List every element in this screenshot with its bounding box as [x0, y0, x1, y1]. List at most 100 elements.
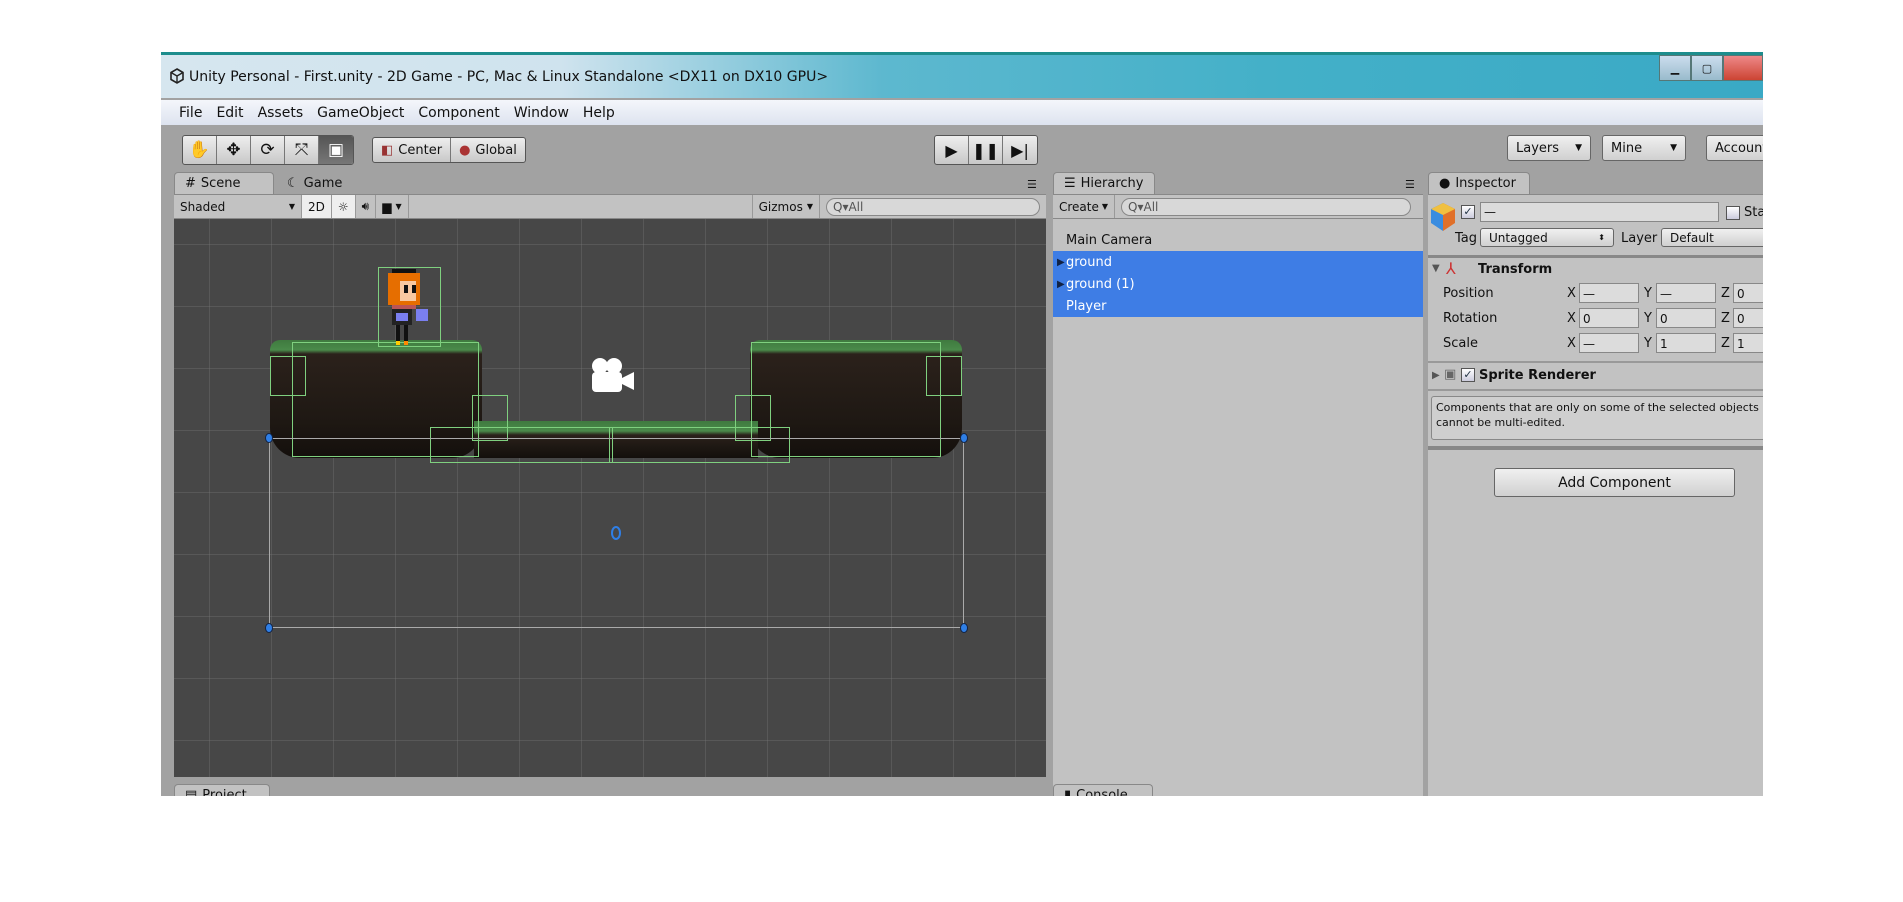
maximize-button[interactable]: ▢ [1691, 55, 1723, 81]
scene-view[interactable] [174, 219, 1046, 777]
resize-handle[interactable] [960, 623, 968, 633]
account-dropdown[interactable]: Account [1706, 135, 1763, 161]
static-label: Static [1744, 205, 1763, 220]
pivot-global-button[interactable]: ● Global [451, 138, 525, 162]
tag-dropdown[interactable]: Untagged ⬍ [1480, 228, 1614, 247]
rotation-y-field[interactable]: 0 [1656, 308, 1716, 328]
scale-tool-button[interactable]: ⤧ [285, 136, 319, 164]
panel-menu-icon[interactable]: ☰ [1405, 178, 1415, 191]
resize-handle[interactable] [265, 433, 273, 443]
minimize-button[interactable]: ▁ [1659, 55, 1691, 81]
lighting-toggle[interactable]: ☼ [331, 195, 356, 218]
menu-component[interactable]: Component [418, 105, 499, 121]
close-button[interactable] [1723, 55, 1763, 81]
inspector-panel: ●Inspector ✓ — Static Tag Untagged⬍ Laye… [1428, 172, 1763, 796]
expand-arrow-icon[interactable]: ▶ [1057, 257, 1066, 268]
name-field[interactable]: — [1480, 202, 1719, 222]
scene-search-input[interactable]: Q▾ All [826, 197, 1040, 216]
collapse-arrow-icon[interactable]: ▼ [1432, 263, 1440, 274]
hierarchy-search-input[interactable]: Q▾ All [1121, 197, 1412, 216]
play-icon: ▶ [945, 140, 958, 160]
pivot-center-button[interactable]: ◧ Center [373, 138, 452, 162]
sprite-renderer-icon: ▣ [1444, 367, 1457, 382]
rotation-row: Rotation X0 Y0 Z0 [1428, 308, 1763, 332]
layers-dropdown[interactable]: Layers ▼ [1507, 135, 1591, 161]
position-x-field[interactable]: — [1579, 283, 1639, 303]
menu-gameobject[interactable]: GameObject [317, 105, 404, 121]
search-icon: Q▾ [833, 199, 849, 214]
play-button[interactable]: ▶ [935, 136, 969, 164]
menu-help[interactable]: Help [583, 105, 615, 121]
menu-bar: File Edit Assets GameObject Component Wi… [161, 100, 1763, 125]
scale-icon: ⤧ [294, 140, 309, 160]
menu-file[interactable]: File [179, 105, 202, 121]
tab-scene[interactable]: # Scene [174, 172, 274, 194]
effects-dropdown[interactable]: ▆ ▼ [376, 195, 409, 218]
position-row: Position X — Y — Z0 [1428, 283, 1763, 307]
transform-icon: ⅄ [1446, 259, 1456, 278]
scale-y-field[interactable]: 1 [1656, 333, 1716, 353]
move-tool-button[interactable]: ✥ [217, 136, 251, 164]
expand-arrow-icon[interactable]: ▶ [1432, 370, 1440, 381]
sprite-renderer-checkbox[interactable]: ✓ [1461, 368, 1475, 382]
position-y-field[interactable]: — [1656, 283, 1716, 303]
2d-toggle[interactable]: 2D [302, 195, 332, 218]
hierarchy-list: Main Camera ▶ ground ▶ ground (1) Player [1053, 219, 1423, 796]
menu-assets[interactable]: Assets [258, 105, 304, 121]
image-icon: ▆ [382, 199, 392, 214]
pivot-toggles: ◧ Center ● Global [372, 137, 526, 163]
scale-z-field[interactable]: 1 [1733, 333, 1763, 353]
inspector-body: ✓ — Static Tag Untagged⬍ Layer Default ▼… [1428, 194, 1763, 796]
hierarchy-item-player[interactable]: Player [1053, 295, 1423, 317]
rotation-x-field[interactable]: 0 [1579, 308, 1639, 328]
rotation-z-field[interactable]: 0 [1733, 308, 1763, 328]
shading-dropdown[interactable]: Shaded ▼ [174, 195, 302, 218]
scale-x-field[interactable]: — [1579, 333, 1639, 353]
hierarchy-item-ground[interactable]: ▶ ground [1053, 251, 1423, 273]
pause-button[interactable]: ❚❚ [969, 136, 1003, 164]
audio-toggle[interactable]: 🔊︎ [356, 195, 377, 218]
transform-title: Transform [1478, 262, 1553, 277]
create-dropdown[interactable]: Create ▼ [1053, 195, 1116, 218]
info-icon: ● [1439, 176, 1451, 191]
toolbar: ✋ ✥ ⟳ ⤧ ▣ ◧ Center ● Global ▶ ❚❚ ▶| Layers… [161, 125, 1763, 171]
rotate-tool-button[interactable]: ⟳ [251, 136, 285, 164]
layer-dropdown[interactable]: Default [1661, 228, 1763, 247]
tab-game[interactable]: ☾ Game [276, 172, 353, 194]
rotate-icon: ⟳ [260, 140, 275, 160]
step-icon: ▶| [1011, 140, 1029, 160]
step-button[interactable]: ▶| [1003, 136, 1037, 164]
add-component-button[interactable]: Add Component [1494, 468, 1735, 497]
resize-handle[interactable] [960, 433, 968, 443]
sun-icon: ☼ [337, 199, 349, 214]
hand-icon: ✋ [188, 140, 211, 160]
menu-window[interactable]: Window [514, 105, 569, 121]
gizmos-dropdown[interactable]: Gizmos ▼ [751, 195, 820, 218]
resize-handle[interactable] [265, 623, 273, 633]
folder-icon: ▤ [185, 788, 198, 796]
layout-dropdown[interactable]: Mine ▼ [1602, 135, 1686, 161]
search-icon: Q▾ [1128, 199, 1144, 214]
divider [1428, 389, 1763, 391]
static-checkbox[interactable] [1726, 206, 1740, 220]
tab-inspector[interactable]: ● Inspector [1428, 172, 1530, 194]
player-sprite[interactable] [384, 269, 432, 345]
tag-label: Tag [1455, 231, 1478, 246]
active-checkbox[interactable]: ✓ [1461, 205, 1475, 219]
hand-tool-button[interactable]: ✋ [183, 136, 217, 164]
hierarchy-item-main-camera[interactable]: Main Camera [1053, 229, 1423, 251]
menu-edit[interactable]: Edit [216, 105, 243, 121]
rect-tool-button[interactable]: ▣ [319, 136, 353, 164]
console-icon: ▮ [1064, 788, 1072, 796]
pivot-handle[interactable] [611, 526, 621, 540]
tab-hierarchy[interactable]: ☰ Hierarchy [1053, 172, 1155, 194]
position-z-field[interactable]: 0 [1733, 283, 1763, 303]
expand-arrow-icon[interactable]: ▶ [1057, 279, 1066, 290]
panel-menu-icon[interactable]: ☰ [1027, 178, 1037, 191]
hierarchy-item-ground-1[interactable]: ▶ ground (1) [1053, 273, 1423, 295]
gameobject-cube-icon [1431, 203, 1455, 231]
tab-project[interactable]: ▤ Project [174, 784, 270, 796]
dropdown-arrow-icon: ▼ [1575, 143, 1582, 153]
tab-console[interactable]: ▮ Console [1053, 784, 1153, 796]
camera-gizmo-icon[interactable] [586, 356, 638, 396]
